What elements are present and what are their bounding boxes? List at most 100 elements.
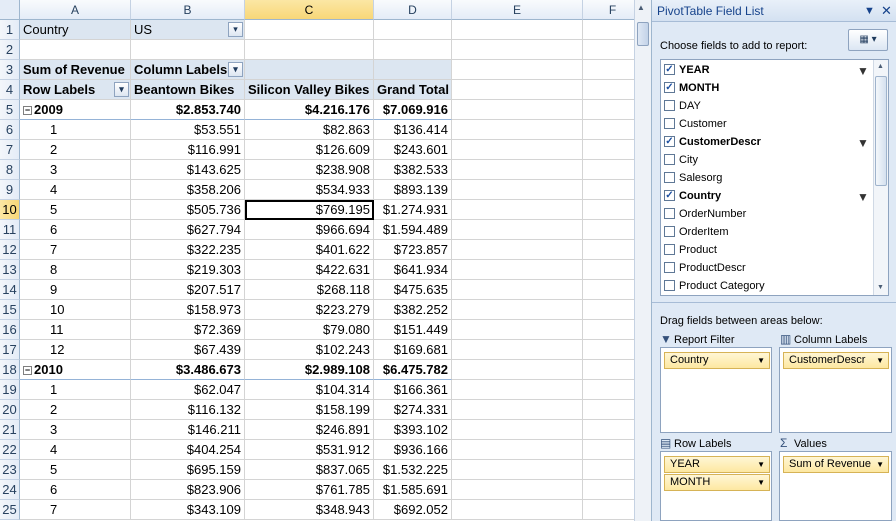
column-header-c[interactable]: C bbox=[245, 0, 374, 20]
field-item-ordernumber[interactable]: OrderNumber bbox=[663, 205, 873, 223]
field-item-country[interactable]: ✓ Country ▼ bbox=[663, 187, 873, 205]
checkbox[interactable] bbox=[664, 172, 675, 183]
row-number[interactable]: 21 bbox=[0, 420, 20, 440]
cell-b9[interactable]: $358.206 bbox=[131, 180, 245, 200]
cell-b7[interactable]: $116.991 bbox=[131, 140, 245, 160]
field-item-productdescr[interactable]: ProductDescr bbox=[663, 259, 873, 277]
cell-e22[interactable] bbox=[452, 440, 583, 460]
cell-c21[interactable]: $246.891 bbox=[245, 420, 374, 440]
row-number[interactable]: 19 bbox=[0, 380, 20, 400]
cell-f2[interactable] bbox=[583, 40, 634, 60]
cell-b11[interactable]: $627.794 bbox=[131, 220, 245, 240]
row-number[interactable]: 15 bbox=[0, 300, 20, 320]
cell-a18[interactable]: −2010 bbox=[20, 360, 131, 380]
checkbox[interactable] bbox=[664, 118, 675, 129]
cell-c12[interactable]: $401.622 bbox=[245, 240, 374, 260]
column-labels-item[interactable]: CustomerDescr ▼ bbox=[783, 352, 889, 369]
column-header-d[interactable]: D bbox=[374, 0, 452, 20]
cell-f7[interactable] bbox=[583, 140, 634, 160]
row-number[interactable]: 7 bbox=[0, 140, 20, 160]
checkbox[interactable] bbox=[664, 280, 675, 291]
cell-c25[interactable]: $348.943 bbox=[245, 500, 374, 520]
row-number[interactable]: 20 bbox=[0, 400, 20, 420]
cell-f25[interactable] bbox=[583, 500, 634, 520]
cell-e13[interactable] bbox=[452, 260, 583, 280]
checkbox[interactable] bbox=[664, 100, 675, 111]
values-item[interactable]: Sum of Revenue ▼ bbox=[783, 456, 889, 473]
cell-d23[interactable]: $1.532.225 bbox=[374, 460, 452, 480]
cell-b4[interactable]: Beantown Bikes bbox=[131, 80, 245, 100]
row-number[interactable]: 11 bbox=[0, 220, 20, 240]
cell-c10[interactable]: $769.195 bbox=[245, 200, 374, 220]
cell-a21[interactable]: 3 bbox=[20, 420, 131, 440]
cell-d3[interactable] bbox=[374, 60, 452, 80]
checkbox[interactable] bbox=[664, 262, 675, 273]
cell-f18[interactable] bbox=[583, 360, 634, 380]
field-item-customerdescr[interactable]: ✓ CustomerDescr ▼ bbox=[663, 133, 873, 151]
panel-divider[interactable] bbox=[652, 302, 896, 308]
filter-dropdown-icon[interactable]: ▾ bbox=[228, 22, 243, 37]
report-filter-item[interactable]: Country ▼ bbox=[664, 352, 770, 369]
cell-d9[interactable]: $893.139 bbox=[374, 180, 452, 200]
cell-e10[interactable] bbox=[452, 200, 583, 220]
cell-d7[interactable]: $243.601 bbox=[374, 140, 452, 160]
cell-b13[interactable]: $219.303 bbox=[131, 260, 245, 280]
cell-a11[interactable]: 6 bbox=[20, 220, 131, 240]
column-header-e[interactable]: E bbox=[452, 0, 583, 20]
row-number[interactable]: 25 bbox=[0, 500, 20, 520]
cell-a8[interactable]: 3 bbox=[20, 160, 131, 180]
cell-c7[interactable]: $126.609 bbox=[245, 140, 374, 160]
row-number[interactable]: 6 bbox=[0, 120, 20, 140]
cell-a23[interactable]: 5 bbox=[20, 460, 131, 480]
field-item-month[interactable]: ✓ MONTH bbox=[663, 79, 873, 97]
row-number[interactable]: 3 bbox=[0, 60, 20, 80]
cell-f21[interactable] bbox=[583, 420, 634, 440]
cell-b20[interactable]: $116.132 bbox=[131, 400, 245, 420]
cell-d21[interactable]: $393.102 bbox=[374, 420, 452, 440]
close-icon[interactable]: ✕ bbox=[881, 0, 892, 22]
cell-a24[interactable]: 6 bbox=[20, 480, 131, 500]
cell-e2[interactable] bbox=[452, 40, 583, 60]
row-number[interactable]: 12 bbox=[0, 240, 20, 260]
cell-c15[interactable]: $223.279 bbox=[245, 300, 374, 320]
field-item-city[interactable]: City bbox=[663, 151, 873, 169]
cell-b3[interactable]: Column Labels ▾ bbox=[131, 60, 245, 80]
cell-f20[interactable] bbox=[583, 400, 634, 420]
field-item-year[interactable]: ✓ YEAR ▼ bbox=[663, 61, 873, 79]
cell-c4[interactable]: Silicon Valley Bikes bbox=[245, 80, 374, 100]
cell-a25[interactable]: 7 bbox=[20, 500, 131, 520]
cell-a4[interactable]: Row Labels ▾ bbox=[20, 80, 131, 100]
cell-e8[interactable] bbox=[452, 160, 583, 180]
cell-e21[interactable] bbox=[452, 420, 583, 440]
cell-b15[interactable]: $158.973 bbox=[131, 300, 245, 320]
row-number[interactable]: 16 bbox=[0, 320, 20, 340]
cell-f19[interactable] bbox=[583, 380, 634, 400]
cell-d6[interactable]: $136.414 bbox=[374, 120, 452, 140]
cell-f14[interactable] bbox=[583, 280, 634, 300]
cell-c19[interactable]: $104.314 bbox=[245, 380, 374, 400]
cell-c2[interactable] bbox=[245, 40, 374, 60]
cell-e9[interactable] bbox=[452, 180, 583, 200]
checkbox[interactable]: ✓ bbox=[664, 64, 675, 75]
cell-e19[interactable] bbox=[452, 380, 583, 400]
row-labels-item-year[interactable]: YEAR ▼ bbox=[664, 456, 770, 473]
checkbox[interactable] bbox=[664, 226, 675, 237]
cell-e3[interactable] bbox=[452, 60, 583, 80]
cell-b10[interactable]: $505.736 bbox=[131, 200, 245, 220]
collapse-icon[interactable]: − bbox=[23, 366, 32, 376]
column-header-f[interactable]: F bbox=[583, 0, 634, 20]
panel-menu-icon[interactable]: ▼ bbox=[864, 0, 875, 22]
cell-c23[interactable]: $837.065 bbox=[245, 460, 374, 480]
cell-a6[interactable]: 1 bbox=[20, 120, 131, 140]
cell-d11[interactable]: $1.594.489 bbox=[374, 220, 452, 240]
cell-e23[interactable] bbox=[452, 460, 583, 480]
cell-b23[interactable]: $695.159 bbox=[131, 460, 245, 480]
cell-a3[interactable]: Sum of Revenue bbox=[20, 60, 131, 80]
cell-a7[interactable]: 2 bbox=[20, 140, 131, 160]
cell-a14[interactable]: 9 bbox=[20, 280, 131, 300]
filter-dropdown-icon[interactable]: ▾ bbox=[114, 82, 129, 97]
cell-a19[interactable]: 1 bbox=[20, 380, 131, 400]
cell-c18[interactable]: $2.989.108 bbox=[245, 360, 374, 380]
row-number[interactable]: 18 bbox=[0, 360, 20, 380]
row-number[interactable]: 17 bbox=[0, 340, 20, 360]
